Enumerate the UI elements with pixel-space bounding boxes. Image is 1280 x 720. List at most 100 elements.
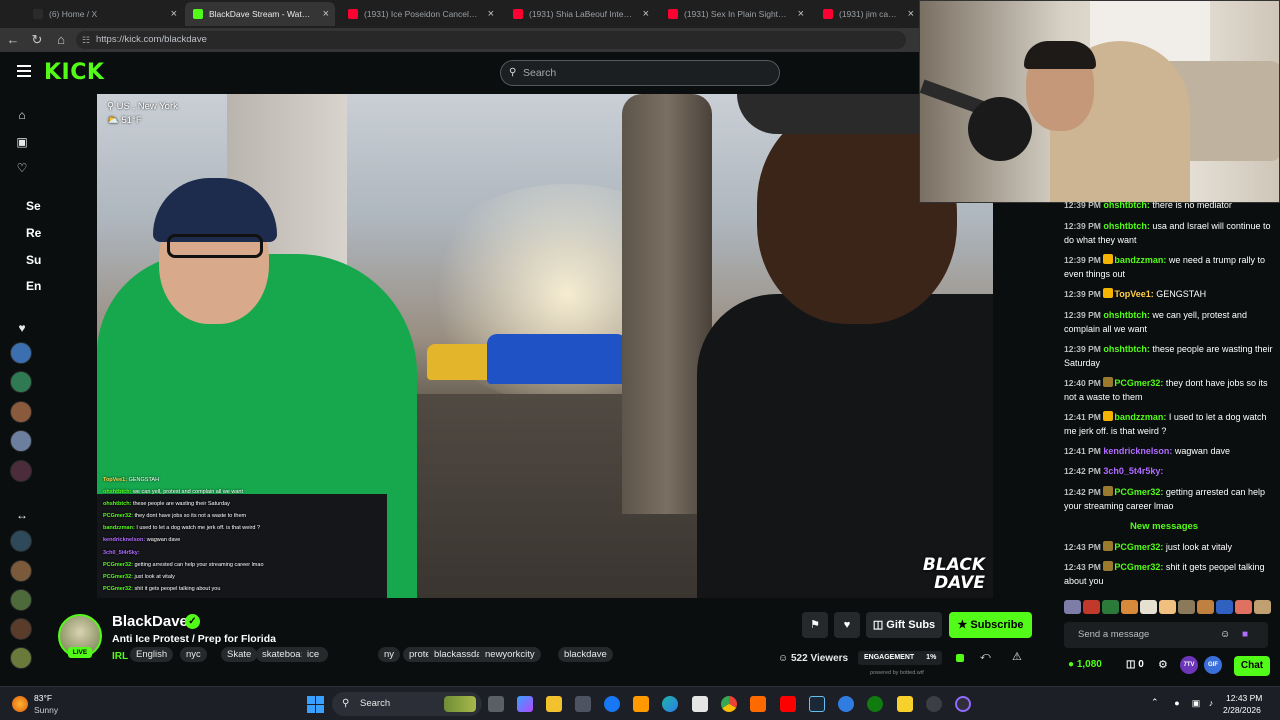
sidebar-section-label[interactable]: Su — [26, 253, 41, 267]
browser-tab[interactable]: (1931) Shia LaBeouf Interview - Yo × — [505, 2, 655, 26]
recommended-channel-avatar[interactable] — [10, 647, 32, 669]
amazon-icon[interactable] — [633, 696, 649, 712]
facebook-icon[interactable] — [604, 696, 620, 712]
app-icon[interactable] — [926, 696, 942, 712]
chat-username[interactable]: bandzzman: — [1114, 255, 1166, 265]
edge-icon[interactable] — [662, 696, 678, 712]
home-icon[interactable]: ⌂ — [52, 31, 70, 49]
followed-channel-avatar[interactable] — [10, 401, 32, 423]
chat-username[interactable]: bandzzman: — [1114, 412, 1166, 422]
recommended-channel-avatar[interactable] — [10, 618, 32, 640]
calculator-icon[interactable] — [692, 696, 708, 712]
chat-username[interactable]: PCGmer32: — [1114, 562, 1163, 572]
emote-icon[interactable] — [1216, 600, 1233, 614]
vlc-icon[interactable] — [750, 696, 766, 712]
notification-bell-icon[interactable]: ⚑ — [802, 612, 828, 638]
browser-tab[interactable]: BlackDave Stream - Watch Live × — [185, 2, 335, 26]
youtube-icon[interactable] — [780, 696, 796, 712]
chat-username[interactable]: ohshtbtch: — [1103, 310, 1150, 320]
weather-condition[interactable]: Sunny — [34, 705, 58, 715]
kick-logo[interactable]: KICK — [44, 60, 104, 85]
chat-username[interactable]: PCGmer32: — [1114, 378, 1163, 388]
followed-channel-avatar[interactable] — [10, 371, 32, 393]
gift-subs-button[interactable]: ◫ Gift Subs — [866, 612, 942, 638]
show-hidden-icons-icon[interactable]: ⌃ — [1151, 697, 1159, 708]
chat-username[interactable]: ohshtbtch: — [1103, 344, 1150, 354]
emote-icon[interactable] — [1102, 600, 1119, 614]
recommended-channel-avatar[interactable] — [10, 560, 32, 582]
tab-close-icon[interactable]: × — [323, 8, 329, 20]
stream-tag[interactable]: Skate — [221, 647, 258, 662]
emote-icon[interactable] — [1064, 600, 1081, 614]
tab-close-icon[interactable]: × — [643, 8, 649, 20]
chrome-icon[interactable] — [721, 696, 737, 712]
windows-start-icon[interactable] — [307, 696, 324, 713]
channel-name[interactable]: BlackDave — [112, 613, 188, 630]
network-icon[interactable]: ▣ — [1190, 697, 1202, 709]
video-player[interactable]: ⚲ US , New York ⛅ 51°F TopVee1: GENGSTAH… — [97, 94, 993, 598]
emote-icon[interactable] — [1178, 600, 1195, 614]
followed-channel-avatar[interactable] — [10, 342, 32, 364]
obs-icon[interactable] — [955, 696, 971, 712]
chat-username[interactable]: PCGmer32: — [1114, 542, 1163, 552]
emote-icon[interactable] — [1083, 600, 1100, 614]
search-input[interactable]: ⚲ Search — [500, 60, 780, 86]
file-explorer-icon[interactable] — [546, 696, 562, 712]
volume-icon[interactable]: ♪ — [1205, 697, 1217, 709]
emote-icon[interactable] — [1235, 600, 1252, 614]
emoji-icon[interactable]: ☺ — [1220, 629, 1230, 640]
tab-close-icon[interactable]: × — [171, 8, 177, 20]
address-bar[interactable]: ☷ https://kick.com/blackdave — [76, 31, 906, 49]
follow-heart-icon[interactable]: ♥ — [834, 612, 860, 638]
home-nav-icon[interactable]: ⌂ — [14, 107, 30, 123]
chat-username[interactable]: TopVee1: — [1114, 289, 1153, 299]
sticky-notes-icon[interactable] — [897, 696, 913, 712]
stream-tag[interactable]: blackdave — [558, 647, 613, 662]
chat-username[interactable]: kendricknelson: — [1103, 446, 1172, 456]
emote-icon[interactable] — [1140, 600, 1157, 614]
send-message-input[interactable]: Send a message — [1064, 622, 1268, 648]
site-info-icon[interactable]: ☷ — [82, 31, 90, 49]
7tv-extension-button[interactable]: 7TV — [1180, 656, 1198, 674]
emote-icon[interactable] — [1159, 600, 1176, 614]
tab-close-icon[interactable]: × — [908, 8, 914, 20]
browser-tab[interactable]: (1931) Ice Poseidon Cancels Amaz × — [340, 2, 500, 26]
subscribe-button[interactable]: ★ Subscribe — [949, 612, 1032, 638]
sidebar-section-label[interactable]: En — [26, 279, 41, 293]
gift-counter[interactable]: ◫ 0 — [1126, 659, 1144, 670]
hamburger-menu-icon[interactable] — [17, 65, 31, 77]
gif-extension-button[interactable]: GIF — [1204, 656, 1222, 674]
stream-tag[interactable]: ice — [301, 647, 326, 662]
taskbar-search[interactable]: ⚲ Search — [332, 692, 482, 716]
sidebar-section-label[interactable]: Re — [26, 226, 41, 240]
chat-username[interactable]: 3ch0_5t4r5ky: — [1103, 466, 1163, 476]
chat-username[interactable]: PCGmer32: — [1114, 487, 1163, 497]
expand-sidebar-icon[interactable]: ↔ — [14, 507, 30, 523]
chat-send-button[interactable]: Chat — [1234, 656, 1270, 676]
task-view-icon[interactable] — [488, 696, 504, 712]
steam-icon[interactable] — [809, 696, 825, 712]
new-messages-indicator[interactable]: New messages — [1054, 521, 1274, 532]
share-icon[interactable]: ⤺ — [980, 651, 991, 662]
followed-channel-avatar[interactable] — [10, 430, 32, 452]
tab-close-icon[interactable]: × — [488, 8, 494, 20]
chat-settings-gear-icon[interactable]: ⚙ — [1158, 658, 1168, 671]
stream-tag[interactable]: ny — [378, 647, 401, 662]
store-icon[interactable] — [575, 696, 591, 712]
clock-time[interactable]: 12:43 PM — [1226, 693, 1262, 703]
emote-icon[interactable] — [1121, 600, 1138, 614]
copilot-icon[interactable] — [517, 696, 533, 712]
browse-nav-icon[interactable]: ▣ — [14, 134, 30, 150]
weather-temperature[interactable]: 83°F — [34, 693, 52, 703]
kicks-balance[interactable]: ● 1,080 — [1068, 659, 1102, 670]
browser-tab[interactable]: (1931) Sex In Plain Sight: The Figu × — [660, 2, 810, 26]
clock-date[interactable]: 2/28/2026 — [1223, 705, 1261, 715]
reload-icon[interactable]: ↻ — [28, 31, 46, 49]
stream-tag[interactable]: English — [130, 647, 174, 662]
microphone-icon[interactable]: ● — [1171, 697, 1183, 709]
weather-icon[interactable] — [12, 696, 28, 712]
tab-close-icon[interactable]: × — [798, 8, 804, 20]
emote-icon[interactable] — [1254, 600, 1271, 614]
stream-tag[interactable]: nyc — [180, 647, 207, 662]
sidebar-section-label[interactable]: Se — [26, 199, 41, 213]
